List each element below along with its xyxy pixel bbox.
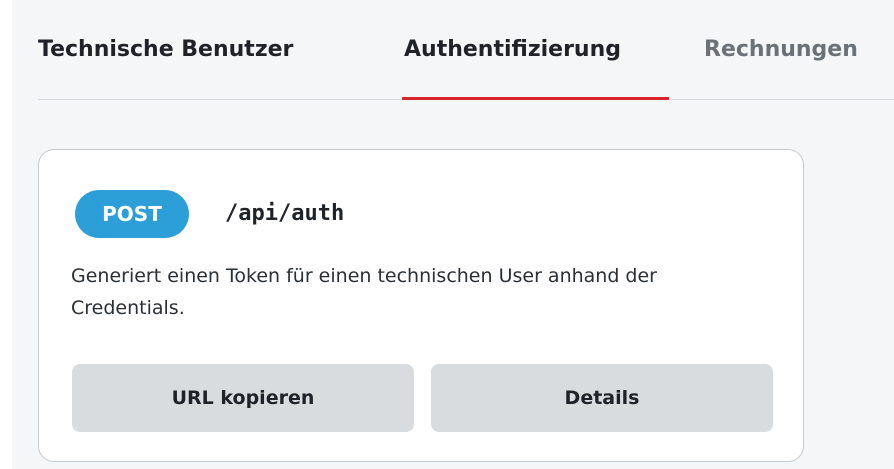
- http-method-badge: POST: [75, 190, 189, 238]
- tab-bar: Technische Benutzer Authentifizierung Re…: [38, 0, 894, 102]
- copy-url-button[interactable]: URL kopieren: [72, 364, 414, 432]
- tab-technische-benutzer[interactable]: Technische Benutzer: [38, 32, 293, 68]
- endpoint-card: POST /api/auth Generiert einen Token für…: [38, 149, 804, 462]
- tab-authentifizierung[interactable]: Authentifizierung: [404, 32, 621, 68]
- endpoint-description: Generiert einen Token für einen technisc…: [71, 265, 657, 319]
- endpoint-path: /api/auth: [225, 201, 345, 226]
- active-tab-indicator: [402, 97, 669, 100]
- details-button[interactable]: Details: [431, 364, 773, 432]
- page-left-edge: [0, 0, 12, 469]
- tab-rechnungen[interactable]: Rechnungen: [704, 32, 858, 68]
